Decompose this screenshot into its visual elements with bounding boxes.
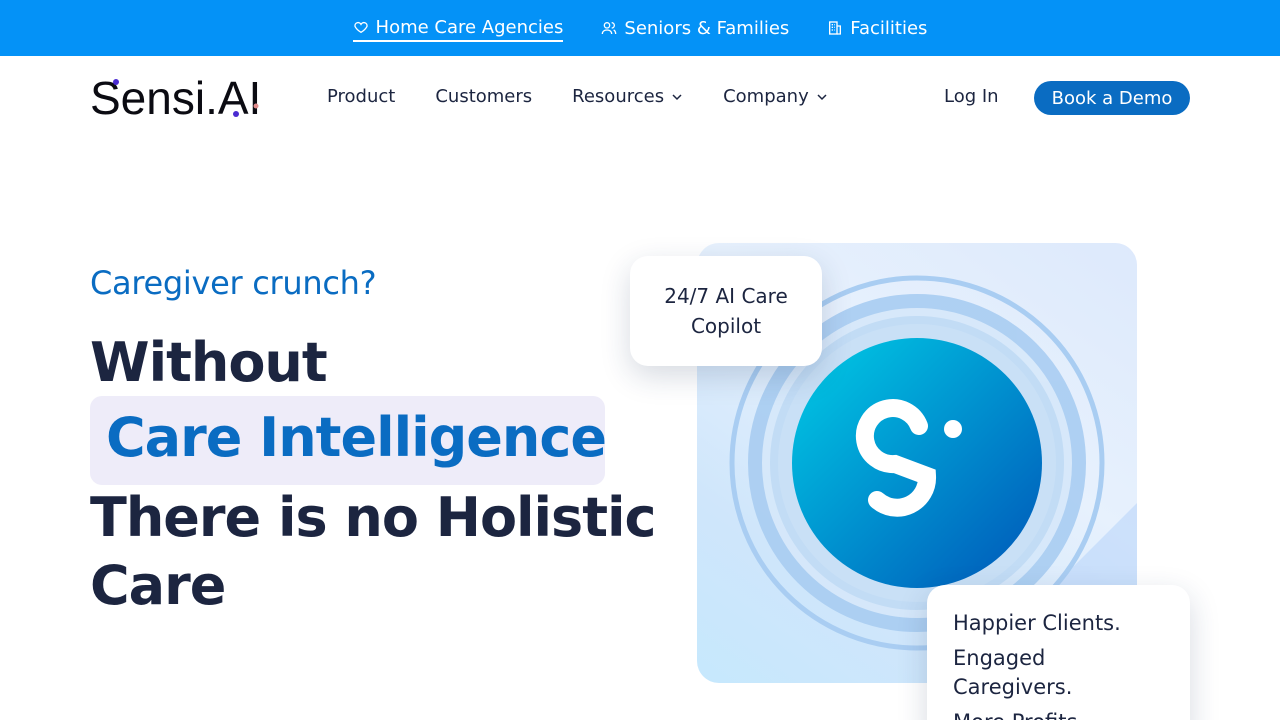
login-link[interactable]: Log In bbox=[944, 86, 999, 107]
nav-customers[interactable]: Customers bbox=[435, 86, 532, 107]
hero-headline-line1: Without bbox=[90, 331, 328, 394]
tab-label: Home Care Agencies bbox=[375, 16, 564, 38]
hero-headline-highlight: Care Intelligence bbox=[106, 406, 607, 469]
nav-label: Product bbox=[327, 86, 396, 107]
book-demo-button[interactable]: Book a Demo bbox=[1034, 81, 1190, 115]
tab-home-care-agencies[interactable]: Home Care Agencies bbox=[352, 16, 564, 42]
benefit-item: More Profits. bbox=[953, 708, 1164, 720]
main-nav: Product Customers Resources Company bbox=[327, 86, 828, 107]
hero-headline-line4: Care bbox=[90, 554, 226, 617]
tab-seniors-families[interactable]: Seniors & Families bbox=[601, 18, 789, 41]
audience-bar: Home Care Agencies Seniors & Families Fa… bbox=[0, 0, 1280, 56]
callout-line: Copilot bbox=[690, 314, 762, 338]
hero-eyebrow: Caregiver crunch? bbox=[90, 264, 377, 302]
nav-label: Resources bbox=[572, 86, 665, 107]
callout-ai-copilot: 24/7 AI Care Copilot bbox=[630, 256, 822, 366]
tab-label: Seniors & Families bbox=[624, 17, 790, 39]
nav-product[interactable]: Product bbox=[327, 86, 395, 107]
site-header: Sensi.AI Product Customers Resources Com… bbox=[0, 56, 1280, 140]
sensi-ai-logo[interactable]: Sensi.AI bbox=[90, 76, 286, 120]
benefit-item: Happier Clients. bbox=[953, 611, 1121, 635]
benefit-item: Engaged Caregivers. bbox=[953, 646, 1073, 699]
nav-company[interactable]: Company bbox=[723, 86, 828, 107]
building-icon bbox=[829, 21, 842, 35]
hero-headline-line3: There is no Holistic bbox=[90, 486, 657, 549]
callout-benefits: Happier Clients. Engaged Caregivers. Mor… bbox=[927, 585, 1190, 720]
nav-label: Customers bbox=[435, 86, 533, 107]
hero-highlight-box: Care Intelligence bbox=[90, 396, 607, 485]
nav-label: Company bbox=[723, 86, 809, 107]
users-icon bbox=[602, 22, 617, 35]
nav-resources[interactable]: Resources bbox=[572, 86, 683, 107]
heart-icon bbox=[353, 21, 368, 34]
tab-label: Facilities bbox=[850, 17, 928, 39]
tab-facilities[interactable]: Facilities bbox=[827, 18, 927, 41]
chevron-down-icon bbox=[817, 93, 827, 100]
chevron-down-icon bbox=[672, 93, 682, 100]
callout-line: 24/7 AI Care bbox=[664, 284, 788, 308]
